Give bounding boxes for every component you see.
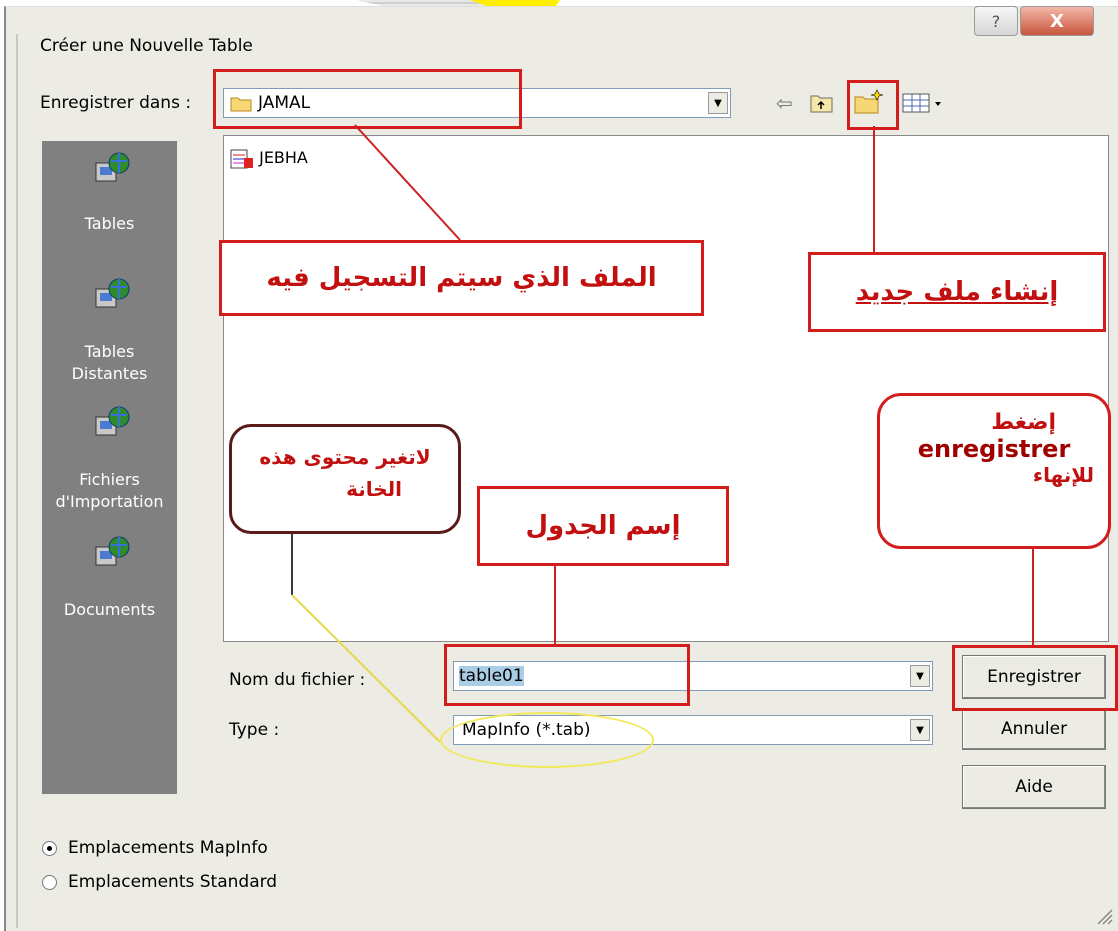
annotation-folder-text: الملف الذي سيتم التسجيل فيه <box>266 263 657 293</box>
annotation-new-folder-text: إنشاء ملف جديد <box>855 277 1059 307</box>
annotation-dont-change-note: لاتغير محتوى هذه الخانة <box>229 424 461 534</box>
annotation-table-name-text: إسم الجدول <box>525 511 681 541</box>
annotation-press-3: للإنهاء <box>1032 463 1094 487</box>
annotation-press-save-note: إضغط enregistrer للإنهاء <box>877 393 1111 549</box>
annotation-folder-note: الملف الذي سيتم التسجيل فيه <box>219 240 704 316</box>
annotation-highlight-new-folder <box>847 80 899 130</box>
annotation-dont-change-1: لاتغير محتوى هذه <box>259 445 431 469</box>
annotation-highlight-type <box>440 712 654 768</box>
annotation-highlight-folder <box>213 69 522 129</box>
annotation-highlight-filename <box>444 644 690 706</box>
annotation-table-name-note: إسم الجدول <box>477 486 729 566</box>
annotation-new-folder-note: إنشاء ملف جديد <box>808 252 1106 332</box>
annotation-highlight-save <box>952 645 1118 711</box>
annotation-press-1: إضغط <box>991 410 1056 435</box>
annotation-dont-change-2: الخانة <box>346 477 402 501</box>
annotation-press-2: enregistrer <box>917 435 1071 463</box>
